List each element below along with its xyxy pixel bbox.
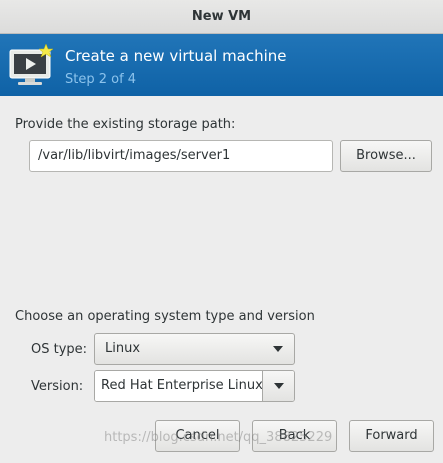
back-button[interactable]: Back [252,420,337,452]
browse-button[interactable]: Browse... [340,140,432,172]
os-type-label: OS type: [31,342,88,357]
forward-button[interactable]: Forward [349,420,434,452]
storage-path-label: Provide the existing storage path: [15,117,236,132]
version-label: Version: [31,379,84,394]
os-section-label: Choose an operating system type and vers… [15,309,315,324]
vm-monitor-icon [8,42,58,88]
os-type-value: Linux [105,341,141,356]
chevron-down-icon [274,383,284,389]
window-title: New VM [0,0,443,34]
wizard-title: Create a new virtual machine [65,47,287,65]
wizard-step: Step 2 of 4 [65,72,137,87]
chevron-down-icon [273,346,283,352]
storage-path-input[interactable]: /var/lib/libvirt/images/server1 [29,140,333,172]
version-input[interactable]: Red Hat Enterprise Linux [95,371,262,401]
version-dropdown-button[interactable] [262,371,294,401]
cancel-button[interactable]: Cancel [155,420,240,452]
wizard-banner: Create a new virtual machine Step 2 of 4 [0,34,443,96]
version-combo[interactable]: Red Hat Enterprise Linux [94,370,295,402]
os-type-dropdown[interactable]: Linux [94,333,295,365]
